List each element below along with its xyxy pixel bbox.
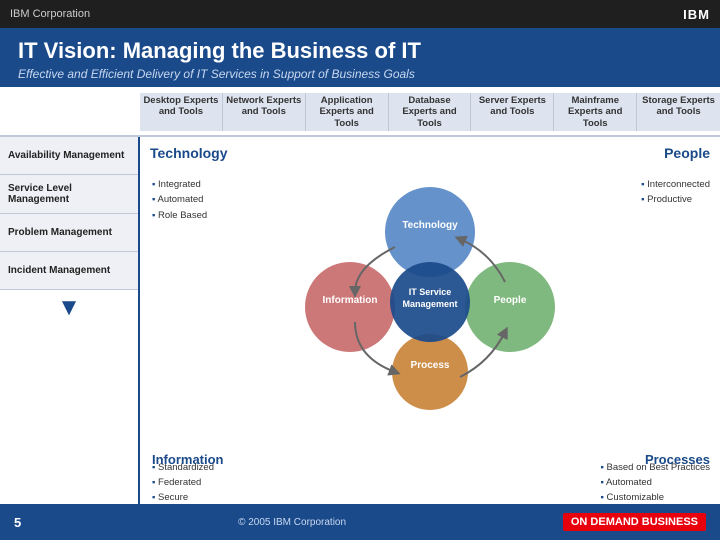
copyright: © 2005 IBM Corporation <box>238 517 346 528</box>
content-layout: Availability Management Service Level Ma… <box>0 137 720 517</box>
info-bullet-federated: Federated <box>152 475 214 490</box>
diagram-area: Technology Integrated Automated Role Bas… <box>140 137 720 517</box>
service-level-management[interactable]: Service Level Management <box>0 175 138 214</box>
svg-text:People: People <box>494 295 527 306</box>
col-desktop: Desktop Experts and Tools <box>140 93 223 131</box>
svg-text:Information: Information <box>323 295 378 306</box>
availability-management[interactable]: Availability Management <box>0 137 138 175</box>
col-database: Database Experts and Tools <box>389 93 472 131</box>
incident-management[interactable]: Incident Management <box>0 252 138 290</box>
people-bullet-interconnected: Interconnected <box>641 177 710 192</box>
columns-area: Desktop Experts and Tools Network Expert… <box>0 87 720 137</box>
circle-diagram-svg: Technology People Process Information IT… <box>295 177 565 417</box>
ibm-logo: IBM <box>683 7 710 22</box>
people-bullet-productive: Productive <box>641 192 710 207</box>
svg-text:Technology: Technology <box>402 220 458 231</box>
people-label: People <box>664 145 710 161</box>
information-bullets: Standardized Federated Secure <box>152 460 214 506</box>
footer: 5 © 2005 IBM Corporation ON DEMAND BUSIN… <box>0 504 720 540</box>
col-network: Network Experts and Tools <box>223 93 306 131</box>
info-bullet-secure: Secure <box>152 490 214 505</box>
col-mainframe: Mainframe Experts and Tools <box>554 93 637 131</box>
technology-bullets: Integrated Automated Role Based <box>152 177 207 223</box>
company-name: IBM Corporation <box>10 8 90 20</box>
brand-logo: ON DEMAND BUSINESS <box>563 513 706 531</box>
page-subtitle: Effective and Efficient Delivery of IT S… <box>18 67 702 81</box>
svg-text:IT Service: IT Service <box>409 287 452 297</box>
tech-bullet-rolebased: Role Based <box>152 208 207 223</box>
info-bullet-standardized: Standardized <box>152 460 214 475</box>
technology-label: Technology <box>150 145 228 161</box>
problem-management[interactable]: Problem Management <box>0 214 138 252</box>
processes-bullets: Based on Best Practices Automated Custom… <box>600 460 710 506</box>
page-number: 5 <box>14 515 21 530</box>
down-arrow-icon: ▼ <box>0 290 138 326</box>
process-bullet-bestpractices: Based on Best Practices <box>600 460 710 475</box>
page-title: IT Vision: Managing the Business of IT <box>18 38 702 64</box>
col-application: Application Experts and Tools <box>306 93 389 131</box>
process-bullet-automated: Automated <box>600 475 710 490</box>
tech-bullet-automated: Automated <box>152 192 207 207</box>
title-section: IT Vision: Managing the Business of IT E… <box>0 28 720 87</box>
svg-text:Management: Management <box>402 299 457 309</box>
tech-bullet-integrated: Integrated <box>152 177 207 192</box>
header-bar: IBM Corporation IBM <box>0 0 720 28</box>
col-storage: Storage Experts and Tools <box>637 93 720 131</box>
svg-text:Process: Process <box>411 360 450 371</box>
process-bullet-customizable: Customizable <box>600 490 710 505</box>
left-sidebar: Availability Management Service Level Ma… <box>0 137 140 517</box>
col-server: Server Experts and Tools <box>471 93 554 131</box>
people-bullets: Interconnected Productive <box>641 177 710 207</box>
